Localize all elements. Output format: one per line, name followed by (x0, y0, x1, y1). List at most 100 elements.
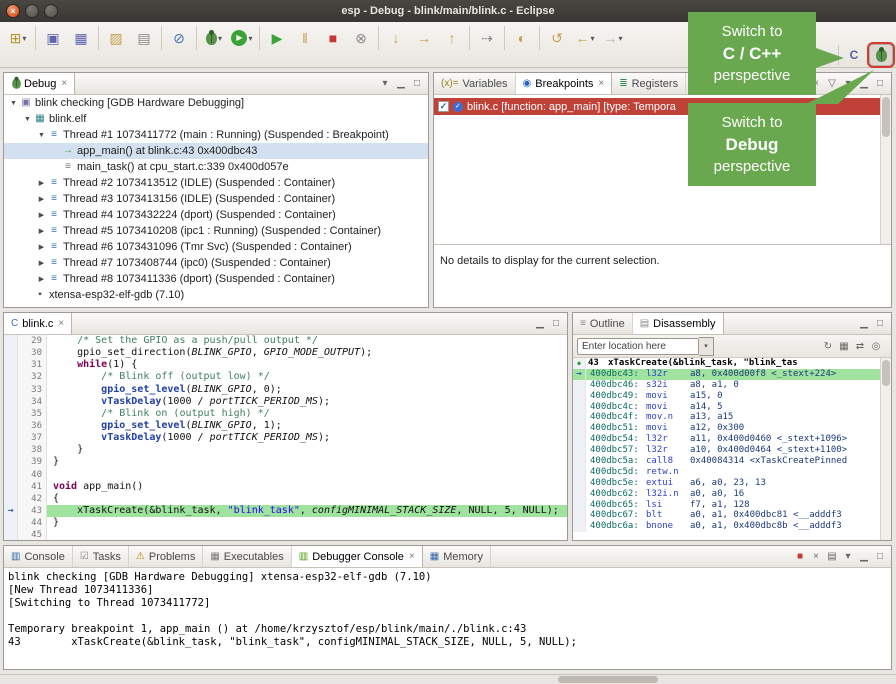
code-text[interactable]: xTaskCreate(&blink_task, "blink_task", c… (47, 505, 567, 517)
breakpoint-row[interactable]: blink.c [function: app_main] [type: Temp… (434, 98, 891, 115)
marker-gutter[interactable] (4, 384, 18, 396)
disassembly-scrollbar[interactable] (880, 358, 891, 541)
code-text[interactable]: void app_main() (47, 481, 567, 493)
search-button[interactable]: ◐ (508, 25, 536, 51)
last-edit-location-button[interactable]: ↺ (543, 25, 571, 51)
debug-tree-item[interactable]: ▶≡Thread #5 1073410208 (ipc1 : Running) … (4, 223, 428, 239)
tab-registers[interactable]: ≣Registers (612, 73, 686, 94)
code-line[interactable]: 39} (4, 456, 567, 468)
refresh-icon[interactable] (820, 338, 836, 354)
tree-expander-icon[interactable]: ▶ (36, 211, 47, 219)
code-text[interactable]: while(1) { (47, 359, 567, 371)
code-line[interactable]: 40 (4, 469, 567, 481)
maximize-window-button[interactable] (44, 4, 58, 18)
debug-tree-item[interactable]: ▼▦blink.elf (4, 111, 428, 127)
run-button[interactable]: ▶▾ (228, 25, 256, 51)
breakpoints-scrollbar[interactable] (880, 95, 891, 244)
debug-button[interactable]: ▾ (200, 25, 228, 51)
marker-gutter[interactable] (4, 396, 18, 408)
maximize-icon[interactable] (872, 76, 888, 92)
disassembly-row[interactable]: 400dbc5e:extuia6, a0, 23, 13 (573, 478, 891, 489)
marker-gutter[interactable] (4, 456, 18, 468)
marker-gutter[interactable] (4, 481, 18, 493)
tab-outline[interactable]: ≡Outline (573, 313, 633, 334)
maximize-icon[interactable] (872, 316, 888, 332)
disassembly-row[interactable]: 400dbc5a:call80x40084314 <xTaskCreatePin… (573, 456, 891, 467)
marker-gutter[interactable] (4, 529, 18, 541)
marker-gutter[interactable] (4, 493, 18, 505)
close-button[interactable] (6, 4, 20, 18)
code-line[interactable]: 42{ (4, 493, 567, 505)
code-line[interactable]: 29 /* Set the GPIO as a push/pull output… (4, 335, 567, 347)
instruction-stepping-button[interactable]: ⇢ (473, 25, 501, 51)
marker-gutter[interactable] (4, 517, 18, 529)
debug-tree-item[interactable]: →app_main() at blink.c:43 0x400dbc43 (4, 143, 428, 159)
tree-expander-icon[interactable]: ▶ (36, 275, 47, 283)
code-line[interactable]: 37 vTaskDelay(1000 / portTICK_PERIOD_MS)… (4, 432, 567, 444)
filter-icon[interactable] (824, 76, 840, 92)
code-text[interactable]: gpio_set_direction(BLINK_GPIO, GPIO_MODE… (47, 347, 567, 359)
tab-debug[interactable]: Debug× (4, 73, 75, 94)
back-button[interactable]: ←▾ (571, 25, 599, 51)
show-source-icon[interactable] (836, 338, 852, 354)
terminate-button[interactable]: ■ (319, 25, 347, 51)
code-text[interactable] (47, 529, 567, 541)
tab-breakpoints[interactable]: ◉Breakpoints× (516, 73, 613, 94)
minimize-icon[interactable] (393, 76, 409, 92)
disassembly-row[interactable]: 400dbc62:l32i.na0, a0, 16 (573, 489, 891, 500)
code-line[interactable]: 31 while(1) { (4, 359, 567, 371)
maximize-icon[interactable] (409, 76, 425, 92)
maximize-icon[interactable] (548, 316, 564, 332)
code-text[interactable]: vTaskDelay(1000 / portTICK_PERIOD_MS); (47, 396, 567, 408)
code-line[interactable]: 41void app_main() (4, 481, 567, 493)
code-text[interactable]: } (47, 456, 567, 468)
disassembly-row[interactable]: 400dbc54:l32ra11, 0x400d0460 <_stext+109… (573, 434, 891, 445)
code-line[interactable]: 32 /* Blink off (output low) */ (4, 371, 567, 383)
minimize-icon[interactable] (532, 316, 548, 332)
disassembly-row[interactable]: 400dbc67:blta0, a1, 0x400dbc81 <__adddf3 (573, 510, 891, 521)
disassembly-row[interactable]: →400dbc43:l32ra8, 0x400d00f8 <_stext+224… (573, 369, 891, 380)
tab-problems[interactable]: ⚠Problems (129, 546, 203, 567)
marker-gutter[interactable] (4, 347, 18, 359)
skip-all-breakpoints-button[interactable]: ⊘ (165, 25, 193, 51)
tab-executables[interactable]: ▦Executables (203, 546, 291, 567)
disassembly-row[interactable]: 400dbc4f:mov.na13, a15 (573, 412, 891, 423)
disconnect-button[interactable]: ⊗ (347, 25, 375, 51)
print-button[interactable]: ▤ (130, 25, 158, 51)
view-menu-icon[interactable] (840, 76, 856, 92)
close-tab-icon[interactable]: × (598, 78, 604, 89)
debug-tree-item[interactable]: ▶≡Thread #4 1073432224 (dport) (Suspende… (4, 207, 428, 223)
debug-perspective-button[interactable] (869, 44, 893, 66)
save-button[interactable]: ▣ (39, 25, 67, 51)
marker-gutter[interactable] (4, 420, 18, 432)
marker-gutter[interactable] (4, 335, 18, 347)
horizontal-scrollbar[interactable] (558, 676, 658, 683)
code-text[interactable]: vTaskDelay(1000 / portTICK_PERIOD_MS); (47, 432, 567, 444)
close-tab-icon[interactable]: × (409, 551, 415, 562)
marker-gutter[interactable] (4, 408, 18, 420)
code-text[interactable]: } (47, 444, 567, 456)
debug-tree-item[interactable]: ≡main_task() at cpu_start.c:339 0x400d05… (4, 159, 428, 175)
sync-selection-icon[interactable] (852, 338, 868, 354)
minimize-icon[interactable] (856, 76, 872, 92)
tree-expander-icon[interactable]: ▼ (22, 116, 33, 123)
code-line[interactable]: →43 xTaskCreate(&blink_task, "blink_task… (4, 505, 567, 517)
marker-gutter[interactable] (4, 469, 18, 481)
code-text[interactable]: /* Blink off (output low) */ (47, 371, 567, 383)
tree-expander-icon[interactable]: ▶ (36, 227, 47, 235)
step-over-button[interactable]: → (410, 25, 438, 51)
debug-tree-item[interactable]: ▶≡Thread #2 1073413512 (IDLE) (Suspended… (4, 175, 428, 191)
close-tab-icon[interactable]: × (61, 78, 67, 89)
code-text[interactable]: } (47, 517, 567, 529)
debug-tree-item[interactable]: ▶≡Thread #7 1073408744 (ipc0) (Suspended… (4, 255, 428, 271)
editor-code[interactable]: 29 /* Set the GPIO as a push/pull output… (4, 335, 567, 541)
minimize-icon[interactable] (856, 316, 872, 332)
code-text[interactable]: { (47, 493, 567, 505)
debug-tree-item[interactable]: ▪xtensa-esp32-elf-gdb (7.10) (4, 287, 428, 303)
location-input[interactable]: Enter location here (577, 338, 699, 355)
tree-expander-icon[interactable]: ▶ (36, 243, 47, 251)
disassembly-row[interactable]: 400dbc4c:movia14, 5 (573, 402, 891, 413)
tree-expander-icon[interactable]: ▶ (36, 195, 47, 203)
new-wizard-button[interactable]: ⊞▾ (4, 25, 32, 51)
forward-button[interactable]: →▾ (599, 25, 627, 51)
